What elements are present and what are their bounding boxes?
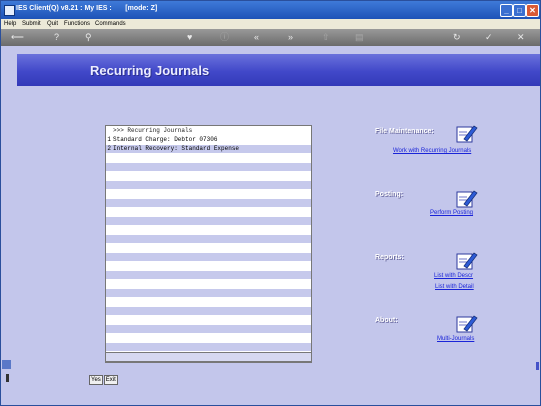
empty-row[interactable] bbox=[106, 235, 311, 243]
list-header-text: >>> Recurring Journals bbox=[113, 127, 193, 134]
list-header-row: >>> Recurring Journals bbox=[106, 127, 311, 135]
empty-row[interactable] bbox=[106, 271, 311, 279]
empty-row[interactable] bbox=[106, 307, 311, 315]
menu-commands[interactable]: Commands bbox=[95, 21, 126, 27]
reports-label: Reports: bbox=[375, 254, 404, 261]
empty-row[interactable] bbox=[106, 298, 311, 306]
help-icon[interactable]: ? bbox=[54, 32, 59, 43]
menu-help[interactable]: Help bbox=[4, 21, 16, 27]
print-icon[interactable]: ▤ bbox=[355, 32, 364, 43]
empty-row[interactable] bbox=[106, 316, 311, 324]
list-footer bbox=[106, 352, 311, 362]
about-label: About: bbox=[375, 317, 398, 324]
row-number: 1 bbox=[107, 136, 111, 143]
info-icon[interactable]: ⓘ bbox=[220, 32, 229, 43]
pencil-doc-icon[interactable] bbox=[456, 314, 478, 334]
list-with-descr-link[interactable]: List with Descr bbox=[434, 273, 473, 279]
app-window: IES Client(Q) v8.21 : My IES : [mode: Z]… bbox=[0, 0, 541, 406]
list-with-detail-link[interactable]: List with Detail bbox=[435, 284, 474, 290]
pencil-doc-icon[interactable] bbox=[456, 124, 478, 144]
posting-label: Posting: bbox=[375, 191, 403, 198]
row-number: 2 bbox=[107, 145, 111, 152]
export-icon[interactable]: ⇧ bbox=[322, 32, 330, 43]
app-icon bbox=[4, 5, 15, 16]
right-edge-tab[interactable] bbox=[536, 362, 539, 370]
journals-list: >>> Recurring Journals 1 Standard Charge… bbox=[105, 125, 312, 363]
left-side-strip bbox=[2, 360, 12, 382]
empty-row[interactable] bbox=[106, 181, 311, 189]
pencil-doc-icon[interactable] bbox=[456, 189, 478, 209]
title-bar: IES Client(Q) v8.21 : My IES : [mode: Z]… bbox=[1, 1, 540, 19]
menu-functions[interactable]: Functions bbox=[64, 21, 90, 27]
empty-row[interactable] bbox=[106, 289, 311, 297]
empty-row[interactable] bbox=[106, 172, 311, 180]
empty-row[interactable] bbox=[106, 163, 311, 171]
menu-bar: Help Submit Quit Functions Commands bbox=[1, 19, 540, 29]
close-button[interactable]: ✕ bbox=[526, 4, 539, 17]
window-title: IES Client(Q) v8.21 : My IES : [mode: Z] bbox=[16, 5, 158, 12]
empty-row[interactable] bbox=[106, 244, 311, 252]
last-page-icon[interactable]: » bbox=[288, 32, 293, 43]
search-icon[interactable]: ⚲ bbox=[85, 32, 92, 43]
minimize-button[interactable]: _ bbox=[500, 4, 513, 17]
menu-quit[interactable]: Quit bbox=[47, 21, 58, 27]
pencil-doc-icon[interactable] bbox=[456, 251, 478, 271]
file-maintenance-label: File Maintenance: bbox=[375, 128, 434, 135]
yes-button[interactable]: Yes bbox=[89, 375, 103, 385]
first-page-icon[interactable]: « bbox=[254, 32, 259, 43]
menu-submit[interactable]: Submit bbox=[22, 21, 41, 27]
table-row[interactable]: 1 Standard Charge: Debtor 07306 bbox=[106, 136, 311, 144]
back-arrow-icon[interactable]: ⟵ bbox=[11, 32, 24, 43]
cancel-x-icon[interactable]: ✕ bbox=[517, 32, 525, 43]
empty-row[interactable] bbox=[106, 334, 311, 342]
refresh-icon[interactable]: ↻ bbox=[453, 32, 461, 43]
empty-row[interactable] bbox=[106, 253, 311, 261]
empty-row[interactable] bbox=[106, 154, 311, 162]
side-marker-icon bbox=[6, 374, 9, 382]
empty-row[interactable] bbox=[106, 226, 311, 234]
perform-posting-link[interactable]: Perform Posting bbox=[430, 210, 473, 216]
page-title: Recurring Journals bbox=[90, 63, 210, 78]
bottom-buttons: Yes Exit bbox=[89, 375, 119, 385]
empty-row[interactable] bbox=[106, 190, 311, 198]
maximize-button[interactable]: □ bbox=[513, 4, 526, 17]
empty-row[interactable] bbox=[106, 325, 311, 333]
row-text: Standard Charge: Debtor 07306 bbox=[113, 136, 218, 143]
side-tab[interactable] bbox=[2, 360, 11, 369]
exit-button[interactable]: Exit bbox=[103, 375, 118, 385]
page-header: Recurring Journals bbox=[17, 54, 540, 86]
confirm-check-icon[interactable]: ✓ bbox=[485, 32, 493, 43]
empty-row[interactable] bbox=[106, 343, 311, 351]
table-row[interactable]: 2 Internal Recovery: Standard Expense bbox=[106, 145, 311, 153]
empty-row[interactable] bbox=[106, 280, 311, 288]
empty-row[interactable] bbox=[106, 262, 311, 270]
toolbar: ⟵ ? ⚲ ♥ ⓘ « » ⇧ ▤ ↻ ✓ ✕ bbox=[1, 29, 540, 46]
work-with-recurring-journals-link[interactable]: Work with Recurring Journals bbox=[393, 148, 471, 154]
favorite-heart-icon[interactable]: ♥ bbox=[187, 32, 192, 43]
empty-row[interactable] bbox=[106, 208, 311, 216]
empty-row[interactable] bbox=[106, 217, 311, 225]
empty-row[interactable] bbox=[106, 199, 311, 207]
multi-journals-link[interactable]: Multi-Journals bbox=[437, 336, 474, 342]
row-text: Internal Recovery: Standard Expense bbox=[113, 145, 240, 152]
